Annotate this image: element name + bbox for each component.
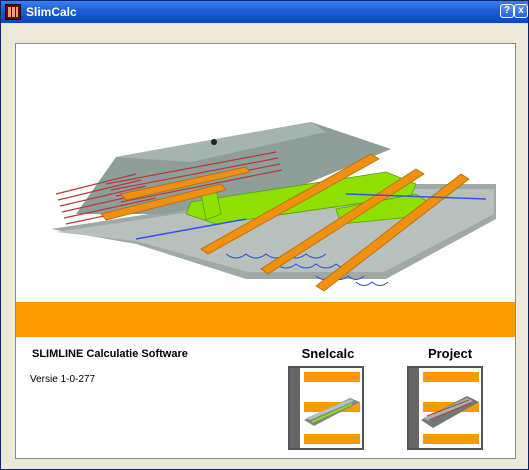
app-logo-icon[interactable] bbox=[5, 4, 21, 20]
splash-panel: SLIMLINE Calculatie Software Versie 1-0-… bbox=[15, 43, 516, 459]
snelcalc-thumbnail-icon bbox=[290, 368, 360, 448]
accent-band bbox=[16, 302, 515, 337]
project-button[interactable] bbox=[407, 366, 483, 450]
snelcalc-button[interactable] bbox=[288, 366, 364, 450]
title-bar[interactable]: SlimCalc ? x bbox=[1, 1, 528, 23]
snelcalc-label: Snelcalc bbox=[301, 346, 355, 361]
product-title: SLIMLINE Calculatie Software bbox=[32, 348, 188, 360]
window-title: SlimCalc bbox=[26, 5, 77, 19]
close-button[interactable]: x bbox=[514, 4, 528, 18]
help-button[interactable]: ? bbox=[500, 4, 514, 18]
project-label: Project bbox=[427, 346, 473, 361]
floor-system-illustration bbox=[51, 122, 496, 292]
project-thumbnail-icon bbox=[409, 368, 479, 448]
version-text: Versie 1-0-277 bbox=[30, 374, 96, 385]
slimcalc-window: SlimCalc ? x SLIMLINE Calculatie Softwar… bbox=[0, 0, 529, 470]
